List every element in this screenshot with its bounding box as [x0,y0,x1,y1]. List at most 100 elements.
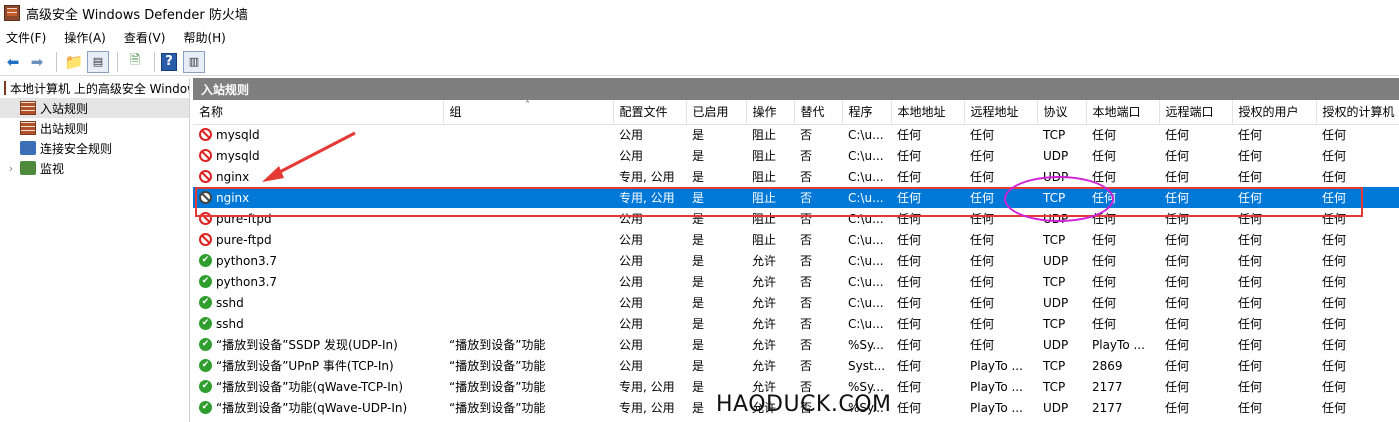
table-cell: 任何 [1092,296,1117,310]
table-cell: 公用 [619,296,644,310]
tree-item-label: 监视 [40,161,65,176]
table-cell: 公用 [619,233,644,247]
table-cell: 任何 [1165,254,1190,268]
up-folder-icon[interactable]: 📁 [63,51,85,73]
rules-panel: 入站规则 ˄ 名称组配置文件 已启用 操作 替代 程序 本地地址 远程地址 协议 本地端口 远程端… [193,78,1399,422]
column-header[interactable]: 远程地址 [964,100,1038,125]
rule-name-text: python3.7 [216,253,278,268]
table-cell: 任何 [1238,128,1263,143]
table-cell: TCP [1043,358,1066,373]
allow-icon: ✔ [199,401,212,414]
table-row[interactable]: ✔ “播放到设备”SSDP 发现(UDP-In) “播放到设备”功能 公用 是 允许 否 %S… [193,334,1399,355]
column-header[interactable]: 远程端口 [1159,100,1233,125]
block-icon [199,191,212,204]
table-cell: 任何 [1238,233,1263,247]
table-cell: 任何 [897,233,922,247]
column-header[interactable]: 授权的计算机 [1316,100,1399,125]
menu-bar: 文件(F) 操作(A) 查看(V) 帮助(H) [0,26,1399,48]
table-cell [443,187,613,208]
column-header[interactable]: 替代 [794,100,843,125]
table-cell: 任何 [1092,317,1117,331]
rule-name-text: sshd [216,316,244,331]
table-cell: TCP [1043,274,1066,289]
table-row[interactable]: pure-ftpd 公用 是 阻止 否 C:\u... 任何 任何 TCP 任何 任何 任何 任何 [193,229,1399,250]
monitoring-icon [20,161,36,175]
table-cell: 任何 [1238,212,1263,226]
table-cell: C:\u... [848,295,884,310]
table-cell: 任何 [897,317,922,331]
table-cell: 允许 [752,317,777,331]
table-cell [443,229,613,250]
chevron-right-icon[interactable]: › [6,162,16,175]
show-hide-tree-icon[interactable]: ▤ [87,50,109,73]
sort-caret-icon: ˄ [525,100,530,111]
table-row[interactable]: ✔ python3.7 公用 是 允许 否 C:\u... 任何 任何 TCP 任何 任何 任何 任何 [193,271,1399,292]
table-row[interactable]: ✔ “播放到设备”UPnP 事件(TCP-In) “播放到设备”功能 公用 是 允许 否 Sy… [193,355,1399,376]
table-cell: “播放到设备”功能 [449,338,546,352]
table-cell: 任何 [1092,128,1117,143]
tree-item-monitoring[interactable]: › 监视 [0,158,189,178]
allow-icon: ✔ [199,338,212,351]
help-icon[interactable]: ? [161,52,177,71]
allow-icon: ✔ [199,254,212,267]
rule-name: ✔ sshd [199,296,443,310]
table-cell: 任何 [1159,187,1232,208]
outbound-rules-icon [20,121,36,135]
menu-help[interactable]: 帮助(H) [183,29,225,46]
menu-action[interactable]: 操作(A) [64,29,106,46]
table-row[interactable]: mysqld 公用 是 阻止 否 C:\u... 任何 任何 TCP 任何 任何 任何 任何 [193,124,1399,145]
table-cell: 是 [692,275,705,289]
column-header[interactable]: 授权的用户 [1232,100,1317,125]
table-cell: UDP [1043,169,1069,184]
table-cell: 是 [692,149,705,163]
table-cell: 是 [692,212,705,226]
table-cell: 任何 [1238,338,1263,352]
table-cell: 任何 [1322,212,1347,226]
table-cell: C:\u... [848,316,884,331]
table-row[interactable]: ✔ sshd 公用 是 允许 否 C:\u... 任何 任何 TCP 任何 任何 任何 任何 [193,313,1399,334]
table-cell: UDP [1043,295,1069,310]
column-header[interactable]: 程序 [842,100,892,125]
table-cell: 任何 [1238,317,1263,331]
table-cell: 任何 [1238,401,1263,415]
table-cell: 任何 [897,149,922,163]
table-row[interactable]: pure-ftpd 公用 是 阻止 否 C:\u... 任何 任何 UDP 任何 任何 任何 任何 [193,208,1399,229]
table-cell: 公用 [619,317,644,331]
export-list-icon[interactable]: 🗎 [124,51,146,73]
table-cell: 是 [692,128,705,143]
column-header[interactable]: 本地地址 [891,100,965,125]
show-action-pane-icon[interactable]: ▥ [183,50,205,73]
menu-view[interactable]: 查看(V) [124,29,166,46]
column-header[interactable]: 协议 [1037,100,1087,125]
table-cell: C:\u... [842,187,891,208]
column-header[interactable]: 配置文件 [613,100,687,125]
table-row[interactable]: ✔ python3.7 公用 是 允许 否 C:\u... 任何 任何 UDP 任何 任何 任何 任何 [193,250,1399,271]
forward-arrow-icon[interactable]: ➡ [26,51,48,73]
tree-item-outbound-rules[interactable]: 出站规则 [0,118,189,138]
table-cell: PlayTo ... [970,358,1023,373]
back-arrow-icon[interactable]: ⬅ [2,51,24,73]
table-row[interactable]: nginx 专用, 公用 是 阻止 否 C:\u... 任何 任何 UDP 任何 任何 任何 任何 [193,166,1399,187]
table-cell [443,166,613,187]
tree-item-connection-security-rules[interactable]: 连接安全规则 [0,138,189,158]
table-row[interactable]: ✔ sshd 公用 是 允许 否 C:\u... 任何 任何 UDP 任何 任何 任何 任何 [193,292,1399,313]
table-row[interactable]: nginx 专用, 公用是阻止否 C:\u... 任何 任何 TCP 任何 任何 任何 任何 [193,187,1399,208]
column-header[interactable]: 操作 [746,100,795,125]
table-cell: 公用 [619,149,644,163]
tree-root[interactable]: 本地计算机 上的高级安全 Windows Defender 防火墙 [0,78,189,98]
rule-name: ✔ “播放到设备”功能(qWave-TCP-In) [199,378,443,395]
table-cell: 任何 [897,254,922,268]
table-row[interactable]: mysqld 公用 是 阻止 否 C:\u... 任何 任何 UDP 任何 任何 任何 任何 [193,145,1399,166]
table-cell: 专用, 公用 [619,401,675,415]
table-cell: 任何 [1322,128,1347,143]
table-cell: 否 [800,170,813,184]
table-cell: 阻止 [752,128,777,143]
menu-file[interactable]: 文件(F) [6,29,46,46]
column-header[interactable]: 本地端口 [1086,100,1160,125]
tree-item-inbound-rules[interactable]: 入站规则 [0,98,189,118]
table-cell: 任何 [1322,317,1347,331]
table-cell: 否 [794,187,842,208]
column-header[interactable]: 名称 [193,100,444,125]
column-header[interactable]: 已启用 [686,100,747,125]
table-cell: 专用, 公用 [619,380,675,394]
